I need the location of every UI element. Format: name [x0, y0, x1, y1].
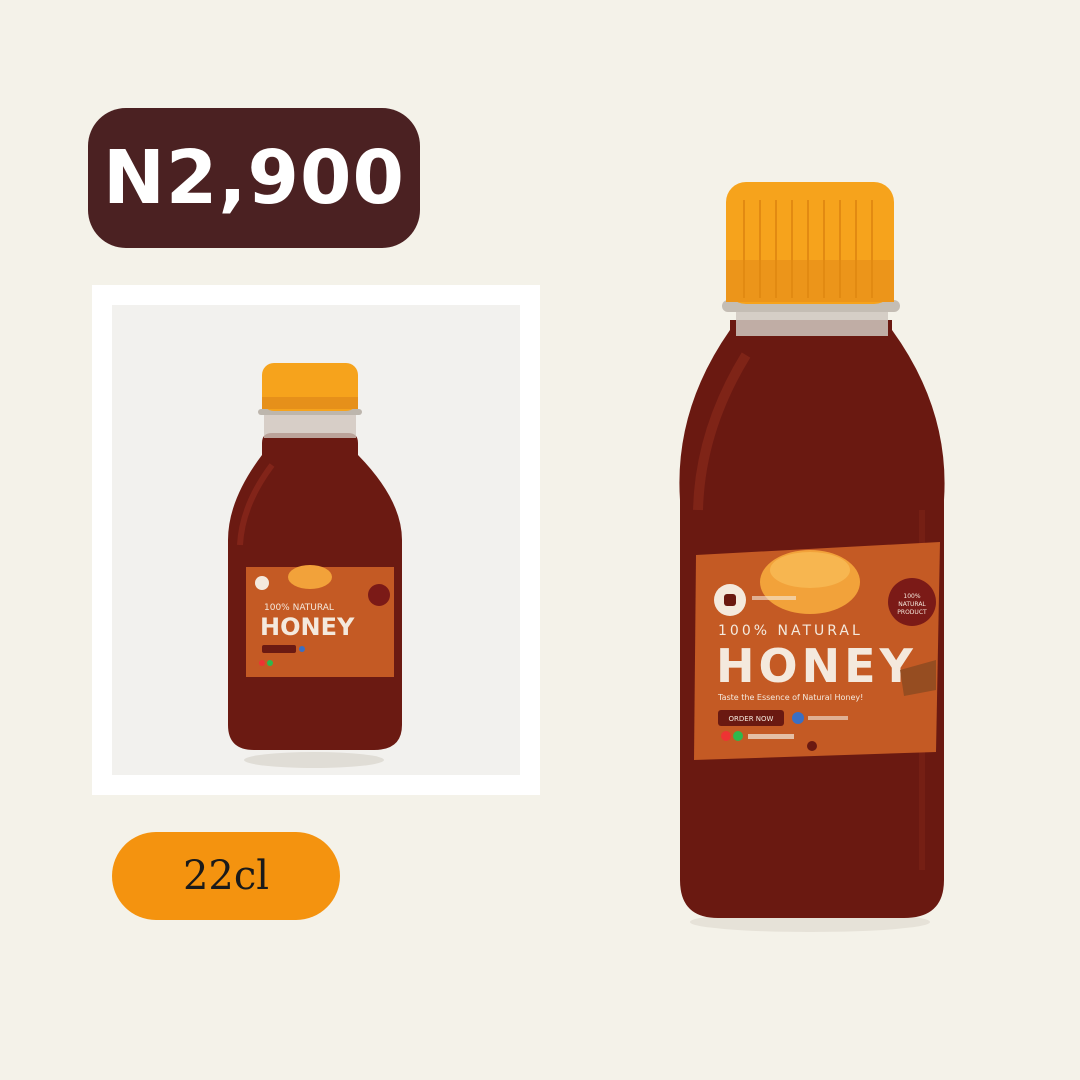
svg-text:100%: 100% [903, 593, 920, 600]
product-photo-frame: 100% NATURAL HONEY [92, 285, 540, 795]
phone-icon [721, 731, 731, 741]
facebook-icon [792, 712, 804, 724]
label-subtitle: Taste the Essence of Natural Honey! [717, 693, 863, 702]
label-tagline: 100% NATURAL [718, 623, 863, 639]
whatsapp-icon [733, 731, 743, 741]
large-bottle-image: 100% NATURAL HONEY Taste the Essence of … [679, 182, 945, 932]
product-photo: 100% NATURAL HONEY [112, 305, 520, 775]
small-label-tagline: 100% NATURAL [264, 603, 334, 613]
price-badge: N2,900 [88, 108, 420, 248]
svg-text:NATURAL: NATURAL [898, 601, 926, 608]
small-label-name: HONEY [260, 613, 355, 641]
order-now-text: ORDER NOW [729, 715, 774, 723]
svg-text:PRODUCT: PRODUCT [897, 609, 927, 616]
label-product-name: HONEY [716, 639, 917, 693]
volume-pill: 22cl [112, 832, 340, 920]
price-text: N2,900 [103, 135, 405, 221]
small-bottle-image: 100% NATURAL HONEY [228, 363, 402, 768]
volume-text: 22cl [182, 853, 270, 899]
